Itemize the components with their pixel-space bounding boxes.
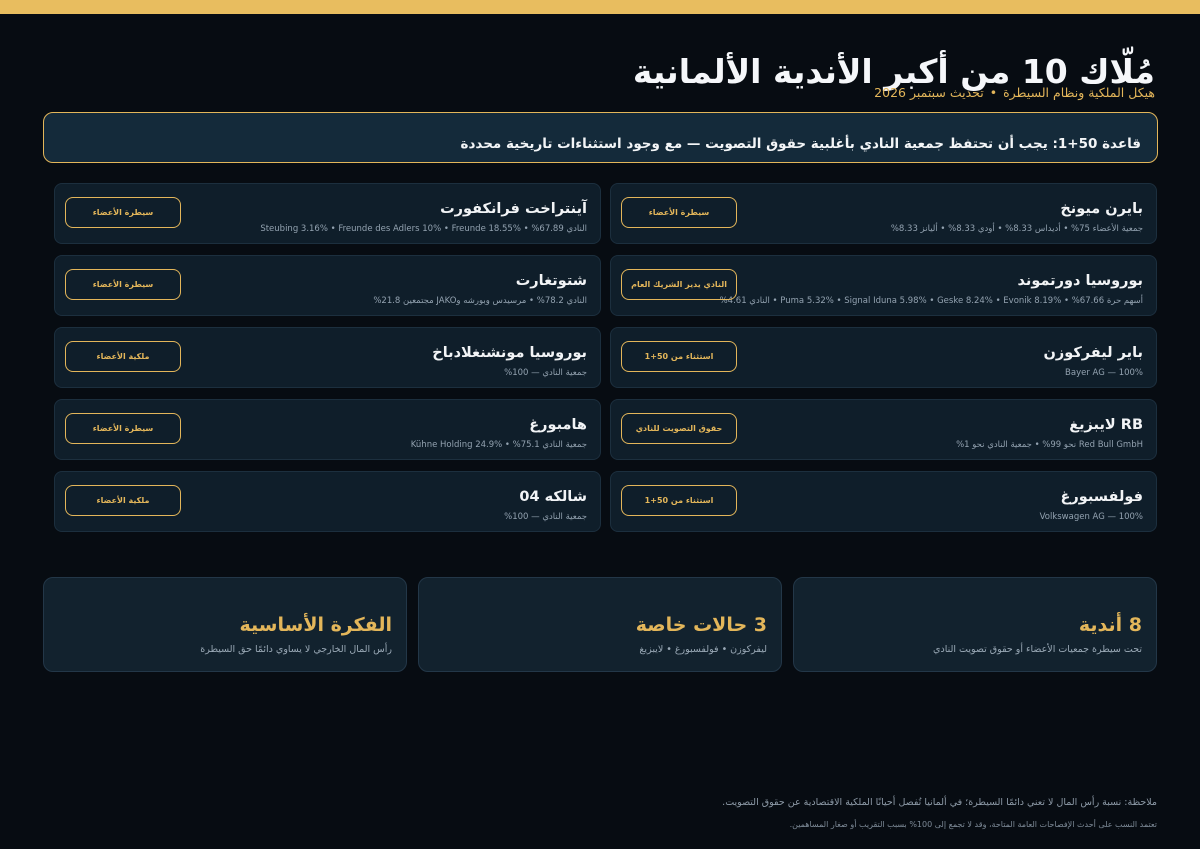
stat-value: 8 أندية [1078, 614, 1142, 636]
stat-value: الفكرة الأساسية [239, 614, 392, 636]
footer-source: تعتمد النسب على أحدث الإفصاحات العامة ال… [789, 820, 1157, 829]
club-ownership: النادي 78.2% • مرسيدس وبورشه وJAKO مجتمع… [373, 296, 587, 306]
stat-card-member-controlled: 8 أندية تحت سيطرة جمعيات الأعضاء أو حقوق… [793, 577, 1157, 672]
control-badge: ملكية الأعضاء [65, 485, 181, 516]
stat-value: 3 حالات خاصة [635, 614, 767, 636]
club-ownership: جمعية النادي — 100% [504, 512, 587, 522]
control-badge: سيطرة الأعضاء [65, 197, 181, 228]
page-subtitle: هيكل الملكية ونظام السيطرة • تحديث سبتمبر … [874, 85, 1155, 100]
club-card: شتوتغارت النادي 78.2% • مرسيدس وبورشه وJ… [54, 255, 601, 316]
club-name: باير ليفركوزن [1043, 345, 1143, 361]
club-card: فولفسبورغ Volkswagen AG — 100% استثناء م… [610, 471, 1157, 532]
footer-note: ملاحظة: نسبة رأس المال لا تعني دائمًا ال… [722, 797, 1157, 808]
club-ownership: جمعية النادي — 100% [504, 368, 587, 378]
club-card: بوروسيا مونشنغلادباخ جمعية النادي — 100%… [54, 327, 601, 388]
club-card: RB لايبزيغ Red Bull GmbH نحو 99% • جمعية… [610, 399, 1157, 460]
club-card: باير ليفركوزن Bayer AG — 100% استثناء من… [610, 327, 1157, 388]
top-accent-bar [0, 0, 1200, 14]
control-badge: حقوق التصويت للنادي [621, 413, 737, 444]
club-ownership: Bayer AG — 100% [1065, 368, 1143, 378]
club-name: بوروسيا دورتموند [1017, 273, 1143, 289]
club-card: آينتراخت فرانكفورت النادي 67.89% • Steub… [54, 183, 601, 244]
club-card: بوروسيا دورتموند أسهم حرة 67.66% • Puma … [610, 255, 1157, 316]
club-card: شالكه 04 جمعية النادي — 100% ملكية الأعض… [54, 471, 601, 532]
club-ownership: جمعية الأعضاء 75% • أديداس 8.33% • أودي … [890, 224, 1143, 234]
club-ownership: جمعية النادي 75.1% • Kühne Holding 24.9% [410, 440, 587, 450]
subtitle-date: تحديث سبتمبر 2026 [874, 85, 984, 100]
club-card: بايرن ميونخ جمعية الأعضاء 75% • أديداس 8… [610, 183, 1157, 244]
club-ownership: Red Bull GmbH نحو 99% • جمعية النادي نحو… [956, 440, 1143, 450]
club-name: آينتراخت فرانكفورت [440, 201, 587, 217]
rule-banner: قاعدة 50+1: يجب أن تحتفظ جمعية النادي بأ… [43, 112, 1158, 163]
control-badge: استثناء من 50+1 [621, 341, 737, 372]
control-badge: النادي يدير الشريك العام [621, 269, 737, 300]
control-badge: استثناء من 50+1 [621, 485, 737, 516]
club-name: شتوتغارت [515, 273, 587, 289]
club-ownership: النادي 67.89% • Steubing 3.16% • Freunde… [260, 224, 587, 234]
club-name: فولفسبورغ [1060, 489, 1143, 505]
stat-card-special-cases: 3 حالات خاصة ليفركوزن • فولفسبورغ • لايب… [418, 577, 782, 672]
club-card: هامبورغ جمعية النادي 75.1% • Kühne Holdi… [54, 399, 601, 460]
stat-caption: ليفركوزن • فولفسبورغ • لايبزيغ [639, 644, 767, 655]
stat-card-key-idea: الفكرة الأساسية رأس المال الخارجي لا يسا… [43, 577, 407, 672]
control-badge: سيطرة الأعضاء [65, 269, 181, 300]
club-name: RB لايبزيغ [1069, 417, 1143, 433]
subtitle-separator: • [989, 85, 998, 100]
club-ownership: Volkswagen AG — 100% [1039, 512, 1143, 522]
club-ownership: أسهم حرة 67.66% • Puma 5.32% • Signal Id… [719, 296, 1143, 306]
club-name: هامبورغ [529, 417, 587, 433]
club-name: بوروسيا مونشنغلادباخ [432, 345, 587, 361]
club-name: بايرن ميونخ [1060, 201, 1143, 217]
stat-caption: تحت سيطرة جمعيات الأعضاء أو حقوق تصويت ا… [933, 644, 1142, 655]
control-badge: ملكية الأعضاء [65, 341, 181, 372]
control-badge: سيطرة الأعضاء [621, 197, 737, 228]
club-name: شالكه 04 [519, 489, 587, 505]
stat-caption: رأس المال الخارجي لا يساوي دائمًا حق الس… [200, 644, 392, 655]
rule-banner-text: قاعدة 50+1: يجب أن تحتفظ جمعية النادي بأ… [460, 135, 1142, 152]
control-badge: سيطرة الأعضاء [65, 413, 181, 444]
subtitle-description: هيكل الملكية ونظام السيطرة [1003, 85, 1155, 100]
